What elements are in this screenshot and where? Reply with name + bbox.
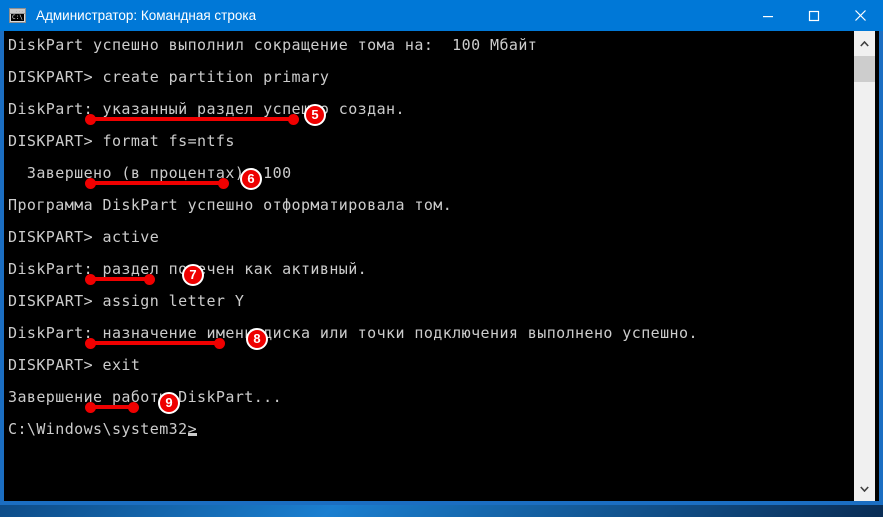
annotation-badge-6: 6 — [240, 168, 262, 190]
close-icon — [854, 10, 866, 21]
command-prompt-window: ··· C:\ Администратор: Командная строка … — [0, 0, 883, 505]
annotation-badge-5: 5 — [304, 104, 326, 126]
terminal-line: DISKPART> active — [8, 228, 160, 246]
terminal-line: DISKPART> create partition primary — [8, 68, 330, 86]
console-icon-text: C:\ — [11, 14, 24, 21]
terminal-line: DiskPart успешно выполнил сокращение том… — [8, 36, 538, 54]
titlebar-left-group: ··· C:\ Администратор: Командная строка — [0, 8, 745, 23]
terminal-output[interactable]: DiskPart успешно выполнил сокращение том… — [8, 31, 853, 501]
chevron-up-icon — [860, 40, 869, 47]
close-button[interactable] — [837, 0, 883, 31]
annotation-badge-7: 7 — [182, 264, 204, 286]
window-titlebar[interactable]: ··· C:\ Администратор: Командная строка — [0, 0, 883, 31]
terminal-line: DISKPART> format fs=ntfs — [8, 132, 235, 150]
text-cursor — [188, 433, 198, 436]
terminal-line: C:\Windows\system32> — [8, 420, 198, 438]
annotation-underline-9 — [85, 401, 139, 413]
maximize-icon — [808, 10, 820, 21]
console-client-area[interactable]: DiskPart успешно выполнил сокращение том… — [0, 31, 883, 505]
minimize-icon — [763, 15, 773, 17]
terminal-line: Завершение работы DiskPart... — [8, 388, 283, 406]
annotation-underline-5 — [85, 113, 299, 125]
annotation-badge-8: 8 — [246, 328, 268, 350]
scrollbar-track[interactable] — [854, 82, 875, 478]
chevron-down-icon — [860, 485, 869, 492]
scrollbar-up-button[interactable] — [854, 33, 875, 54]
console-scrollbar[interactable] — [854, 31, 875, 501]
console-icon: ··· C:\ — [9, 8, 26, 23]
terminal-line: DISKPART> assign letter Y — [8, 292, 245, 310]
terminal-line: DiskPart: назначение имени диска или точ… — [8, 324, 698, 342]
annotation-underline-7 — [85, 273, 155, 285]
scrollbar-down-button[interactable] — [854, 478, 875, 499]
terminal-line: Программа DiskPart успешно отформатирова… — [8, 196, 453, 214]
terminal-line: DiskPart: указанный раздел успешно созда… — [8, 100, 405, 118]
terminal-line: DISKPART> exit — [8, 356, 141, 374]
minimize-button[interactable] — [745, 0, 791, 31]
annotation-underline-6 — [85, 177, 229, 189]
annotation-underline-8 — [85, 337, 225, 349]
window-title: Администратор: Командная строка — [36, 8, 257, 23]
console-icon-dots: ··· — [15, 9, 24, 13]
scrollbar-thumb[interactable] — [854, 56, 875, 82]
annotation-badge-9: 9 — [158, 392, 180, 414]
maximize-button[interactable] — [791, 0, 837, 31]
